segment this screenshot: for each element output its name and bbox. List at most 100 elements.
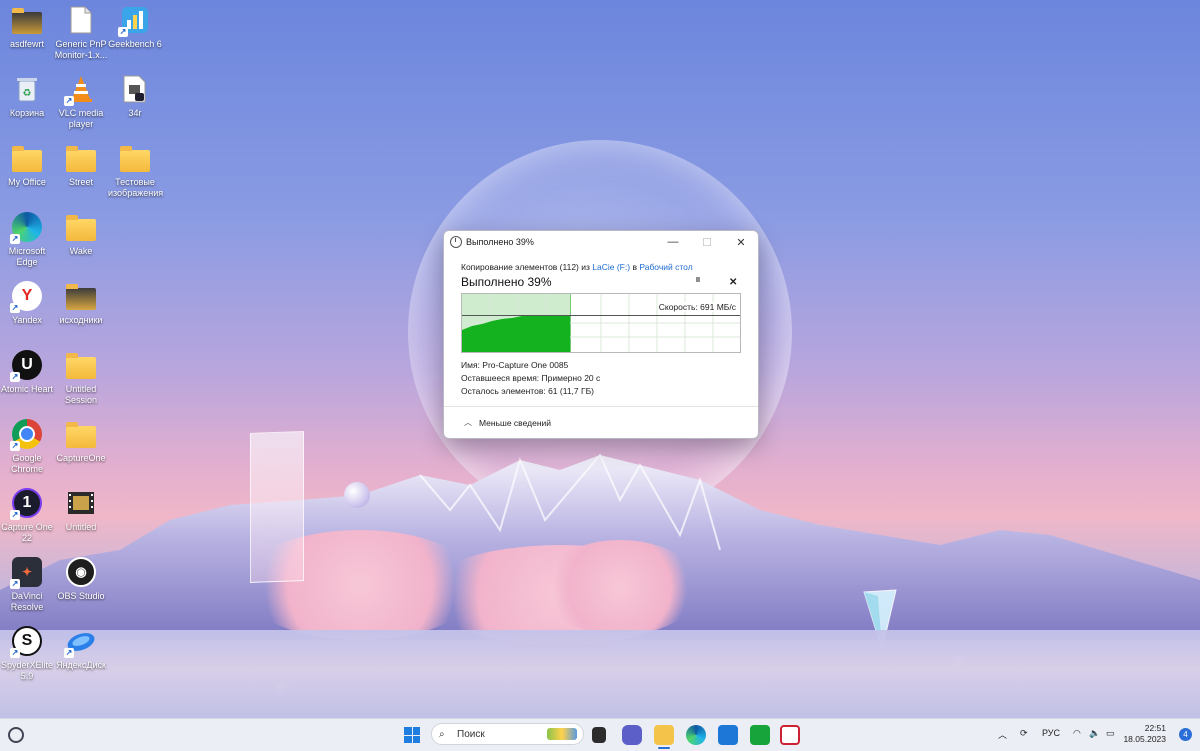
svg-text:♻: ♻: [23, 88, 32, 99]
desktop-icon-davinci[interactable]: ✦ ↗ DaVinci Resolve: [0, 556, 54, 613]
spyderx-icon: S ↗: [10, 625, 43, 658]
chrome-icon: ↗: [10, 418, 43, 451]
app-icon[interactable]: [780, 725, 800, 745]
document-icon: [65, 4, 97, 36]
desktop-icon-yandex-disk[interactable]: ↗ ЯндексДиск: [54, 625, 108, 671]
desktop-icon-spyderx[interactable]: S ↗ SpyderXElite 5.9: [0, 625, 54, 682]
copy-prefix: Копирование элементов (112) из: [461, 262, 590, 272]
desktop-icon-edge[interactable]: ↗ Microsoft Edge: [0, 211, 54, 268]
desktop-icon-label: SpyderXElite 5.9: [0, 660, 54, 681]
store-icon[interactable]: [718, 725, 738, 745]
fewer-details-button[interactable]: ︿ Меньше сведений: [464, 417, 551, 428]
taskbar: ⌕ Поиск ︿ ⟳ РУС ◠ 🔈 ▭ 22:51 18.05.2023 4: [0, 718, 1200, 751]
pause-button[interactable]: II: [696, 277, 700, 284]
shortcut-arrow-icon: ↗: [10, 234, 20, 244]
desktop-icon-vlc[interactable]: ↗ VLC media player: [54, 73, 108, 130]
desktop-icon-label: Atomic Heart: [0, 384, 53, 394]
wifi-icon[interactable]: ◠: [1073, 728, 1081, 739]
desktop-icon-atomic-heart[interactable]: U ↗ Atomic Heart: [0, 349, 54, 395]
maximize-button: ☐: [702, 236, 712, 249]
source-link[interactable]: LaCie (F:): [592, 262, 630, 272]
folder-icon: [65, 418, 97, 450]
minimize-button[interactable]: —: [656, 231, 690, 253]
project-file-icon: [119, 73, 151, 105]
volume-icon[interactable]: 🔈: [1089, 728, 1100, 739]
clock-date: 18.05.2023: [1123, 734, 1166, 744]
chat-icon[interactable]: [622, 725, 642, 745]
desktop-icon-label: Microsoft Edge: [8, 246, 46, 267]
folder-icon: [65, 142, 97, 174]
recycle-bin-icon: ♻: [11, 73, 43, 105]
desktop-icon-label: Google Chrome: [10, 453, 43, 474]
desktop-icon-ishodniki[interactable]: исходники: [54, 280, 108, 326]
obs-icon: ◉: [65, 556, 97, 588]
file-name-line: Имя: Pro-Capture One 0085: [461, 360, 569, 370]
folder-icon: [65, 211, 97, 243]
desktop-icon-capture-one-22[interactable]: 1 ↗ Capture One 22: [0, 487, 54, 544]
desktop-icon-label: asdfewrt: [9, 39, 44, 49]
chevron-up-tray-icon[interactable]: ︿: [998, 728, 1007, 741]
file-explorer-icon[interactable]: [654, 725, 674, 745]
battery-icon[interactable]: ▭: [1106, 728, 1115, 739]
fewer-details-label: Меньше сведений: [479, 417, 552, 428]
desktop-icon-test-images[interactable]: Тестовые изображения: [108, 142, 164, 199]
copy-middle: в: [632, 262, 637, 272]
desktop-icon-recycle-bin[interactable]: ♻ Корзина: [0, 73, 54, 119]
dialog-titlebar[interactable]: Выполнено 39% — ☐ ✕: [444, 231, 758, 253]
desktop-icon-my-office[interactable]: My Office: [0, 142, 54, 188]
clock[interactable]: 22:51 18.05.2023: [1123, 723, 1166, 745]
desktop-icon-label: Untitled: [65, 522, 97, 532]
desktop-icon-label: Generic PnP Monitor-1.x...: [54, 39, 108, 60]
shortcut-arrow-icon: ↗: [64, 96, 74, 106]
desktop-icon-captureone-folder[interactable]: CaptureOne: [54, 418, 108, 464]
language-indicator[interactable]: РУС: [1042, 728, 1060, 738]
desktop-icon-label: Wake: [69, 246, 93, 256]
film-strip-icon: [65, 487, 97, 519]
destination-link[interactable]: Рабочий стол: [639, 262, 692, 272]
wallpaper-glass-panel: [250, 431, 304, 583]
desktop-icon-chrome[interactable]: ↗ Google Chrome: [0, 418, 54, 475]
desktop-icon-label: Yandex: [12, 315, 42, 325]
desktop-icon-untitled-session[interactable]: Untitled Session: [54, 349, 108, 406]
desktop-icon-wake[interactable]: Wake: [54, 211, 108, 257]
xbox-icon[interactable]: [750, 725, 770, 745]
folder-icon: [119, 142, 151, 174]
desktop-icon-label: Street: [68, 177, 93, 187]
cancel-copy-button[interactable]: ✕: [729, 277, 737, 288]
desktop-icon-obs[interactable]: ◉ OBS Studio: [54, 556, 108, 602]
speed-line: [462, 315, 740, 316]
vlc-cone-icon: ↗: [64, 73, 97, 106]
desktop-icon-asdfewrt[interactable]: asdfewrt: [0, 4, 54, 50]
start-button[interactable]: [404, 727, 420, 743]
capture-one-icon: 1 ↗: [10, 487, 43, 520]
folder-icon: [65, 280, 97, 312]
desktop-icon-34r[interactable]: 34r: [108, 73, 162, 119]
search-box[interactable]: ⌕ Поиск: [431, 723, 584, 745]
task-view-icon[interactable]: [592, 727, 606, 743]
desktop-icon-label: Untitled Session: [64, 384, 98, 405]
desktop-icon-label: Тестовые изображения: [108, 177, 164, 198]
folder-icon: [65, 349, 97, 381]
desktop-icon-yandex[interactable]: Y ↗ Yandex: [0, 280, 54, 326]
shortcut-arrow-icon: ↗: [10, 510, 20, 520]
progress-heading: Выполнено 39%: [461, 275, 552, 289]
sync-icon[interactable]: ⟳: [1020, 728, 1028, 739]
dialog-divider: [444, 406, 758, 407]
edge-taskbar-icon[interactable]: [686, 725, 706, 745]
desktop-icon-label: OBS Studio: [57, 591, 105, 601]
desktop-icon-label: 34r: [128, 108, 142, 118]
desktop-icon-street[interactable]: Street: [54, 142, 108, 188]
transfer-speed-graph: Скорость: 691 МБ/с: [461, 293, 741, 353]
desktop-icon-label: ЯндексДиск: [56, 660, 106, 670]
notification-badge[interactable]: 4: [1179, 728, 1192, 741]
close-button[interactable]: ✕: [724, 231, 758, 253]
desktop-icon-label: CaptureOne: [56, 453, 106, 463]
desktop-icon-geekbench[interactable]: ↗ Geekbench 6: [108, 4, 162, 50]
desktop-icon-generic-pnp[interactable]: Generic PnP Monitor-1.x...: [54, 4, 108, 61]
desktop-icon-label: VLC media player: [58, 108, 104, 129]
widgets-icon[interactable]: [8, 727, 24, 743]
active-app-indicator: [658, 747, 670, 749]
desktop-icon-untitled[interactable]: Untitled: [54, 487, 108, 533]
desktop-icon-label: Geekbench 6: [108, 39, 162, 49]
wallpaper-orb: [344, 482, 370, 508]
